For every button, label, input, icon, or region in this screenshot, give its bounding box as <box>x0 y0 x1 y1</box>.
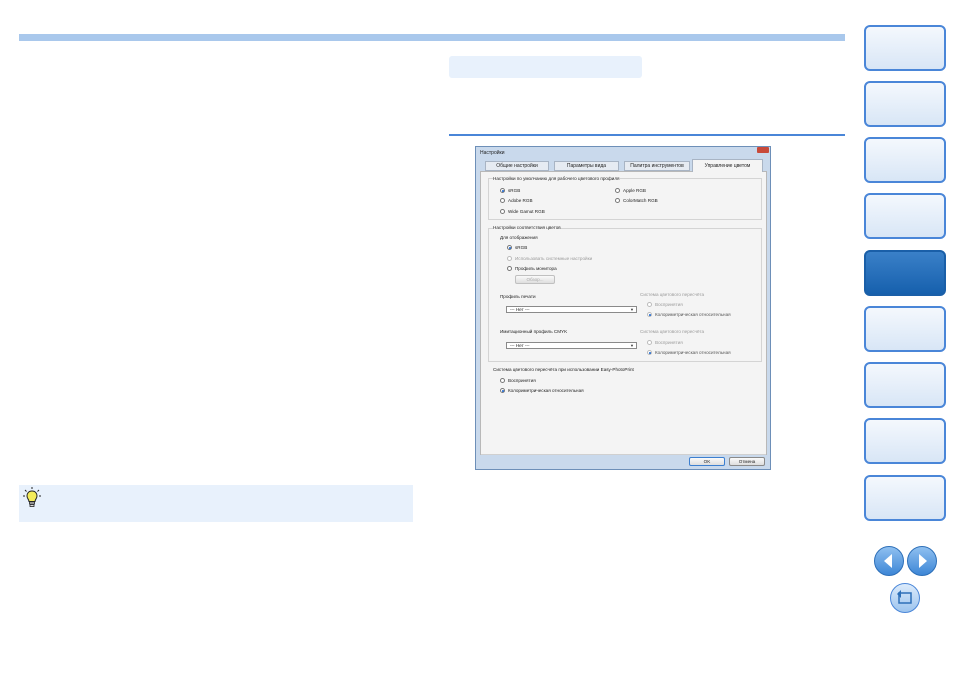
radio-epp-relative[interactable] <box>500 388 505 393</box>
radio-display-srgb[interactable] <box>507 245 512 250</box>
display-label: Для отображения <box>500 235 538 240</box>
radio-adobe-rgb-label: Adobe RGB <box>508 198 533 203</box>
dialog-title: Настройки <box>480 150 505 156</box>
side-tab-4[interactable] <box>864 193 946 239</box>
radio-wide-gamut-label: Wide Gamut RGB <box>508 209 545 214</box>
ok-button[interactable]: OK <box>689 457 725 466</box>
side-tab-1[interactable] <box>864 25 946 71</box>
easyphotoprint-heading: Система цветового пересчёта при использо… <box>493 367 634 372</box>
radio-srgb-label: sRGB <box>508 188 521 193</box>
side-tab-3[interactable] <box>864 137 946 183</box>
chevron-down-icon: ▼ <box>630 343 634 348</box>
printer-profile-select[interactable]: --- Нет --- ▼ <box>506 306 637 313</box>
tip-box <box>19 485 413 522</box>
radio-display-srgb-label: sRGB <box>515 245 528 250</box>
color-matching-heading: Настройки соответствия цветов <box>493 225 561 231</box>
side-tab-6[interactable] <box>864 306 946 352</box>
tab-view[interactable]: Параметры вида <box>554 161 619 171</box>
side-tab-2[interactable] <box>864 81 946 127</box>
printer-profile-label: Профиль печати <box>500 294 536 299</box>
radio-colormatch-rgb[interactable] <box>615 198 620 203</box>
next-page-button[interactable] <box>907 546 937 576</box>
cmyk-intent-label: Система цветового пересчёта <box>640 329 705 334</box>
radio-display-monitor-label: Профиль монитора <box>515 266 557 271</box>
prev-page-button[interactable] <box>874 546 904 576</box>
section-divider <box>449 134 845 136</box>
cancel-button[interactable]: Отмена <box>729 457 765 466</box>
tab-tool-palette[interactable]: Палитра инструментов <box>624 161 690 171</box>
radio-printer-relative-label: Колориметрическая относительная <box>655 312 731 317</box>
footer-separator <box>481 454 766 455</box>
radio-epp-relative-label: Колориметрическая относительная <box>508 388 584 393</box>
lightbulb-icon <box>23 487 41 507</box>
radio-cmyk-relative-label: Колориметрическая относительная <box>655 350 731 355</box>
side-tab-5-active[interactable] <box>864 250 946 296</box>
side-tab-7[interactable] <box>864 362 946 408</box>
radio-display-system-label: Использовать системные настройки <box>515 256 593 261</box>
tab-general[interactable]: Общие настройки <box>485 161 549 171</box>
radio-printer-perceptual[interactable] <box>647 302 652 307</box>
printer-profile-value: --- Нет --- <box>510 307 530 312</box>
tab-color-management[interactable]: Управление цветом <box>692 159 763 172</box>
chevron-down-icon: ▼ <box>630 307 634 312</box>
return-button[interactable] <box>890 583 920 613</box>
radio-cmyk-perceptual-label: Воспринятия <box>655 340 683 345</box>
radio-srgb[interactable] <box>500 188 505 193</box>
radio-display-monitor[interactable] <box>507 266 512 271</box>
radio-apple-rgb-label: Apple RGB <box>623 188 646 193</box>
radio-cmyk-relative[interactable] <box>647 350 652 355</box>
side-tab-9[interactable] <box>864 475 946 521</box>
section-heading-pill <box>449 56 642 78</box>
radio-printer-perceptual-label: Воспринятия <box>655 302 683 307</box>
return-icon <box>897 590 912 604</box>
side-tab-8[interactable] <box>864 418 946 464</box>
radio-adobe-rgb[interactable] <box>500 198 505 203</box>
browse-button[interactable]: Обзор... <box>515 275 555 284</box>
arrow-left-icon <box>884 554 892 568</box>
default-profile-heading: Настройки по умолчанию для рабочего цвет… <box>493 176 620 182</box>
dialog-close-button[interactable] <box>757 147 769 153</box>
cmyk-profile-label: Имитационный профиль CMYK <box>500 329 568 334</box>
printer-intent-label: Система цветового пересчёта <box>640 292 705 297</box>
radio-apple-rgb[interactable] <box>615 188 620 193</box>
cmyk-profile-select[interactable]: --- Нет --- ▼ <box>506 342 637 349</box>
arrow-right-icon <box>919 554 927 568</box>
radio-display-system[interactable] <box>507 256 512 261</box>
radio-colormatch-rgb-label: ColorMatch RGB <box>623 198 658 203</box>
radio-wide-gamut[interactable] <box>500 209 505 214</box>
radio-epp-perceptual-label: Воспринятия <box>508 378 536 383</box>
radio-cmyk-perceptual[interactable] <box>647 340 652 345</box>
cmyk-profile-value: --- Нет --- <box>510 343 530 348</box>
radio-epp-perceptual[interactable] <box>500 378 505 383</box>
top-accent-bar <box>19 34 845 41</box>
radio-printer-relative[interactable] <box>647 312 652 317</box>
